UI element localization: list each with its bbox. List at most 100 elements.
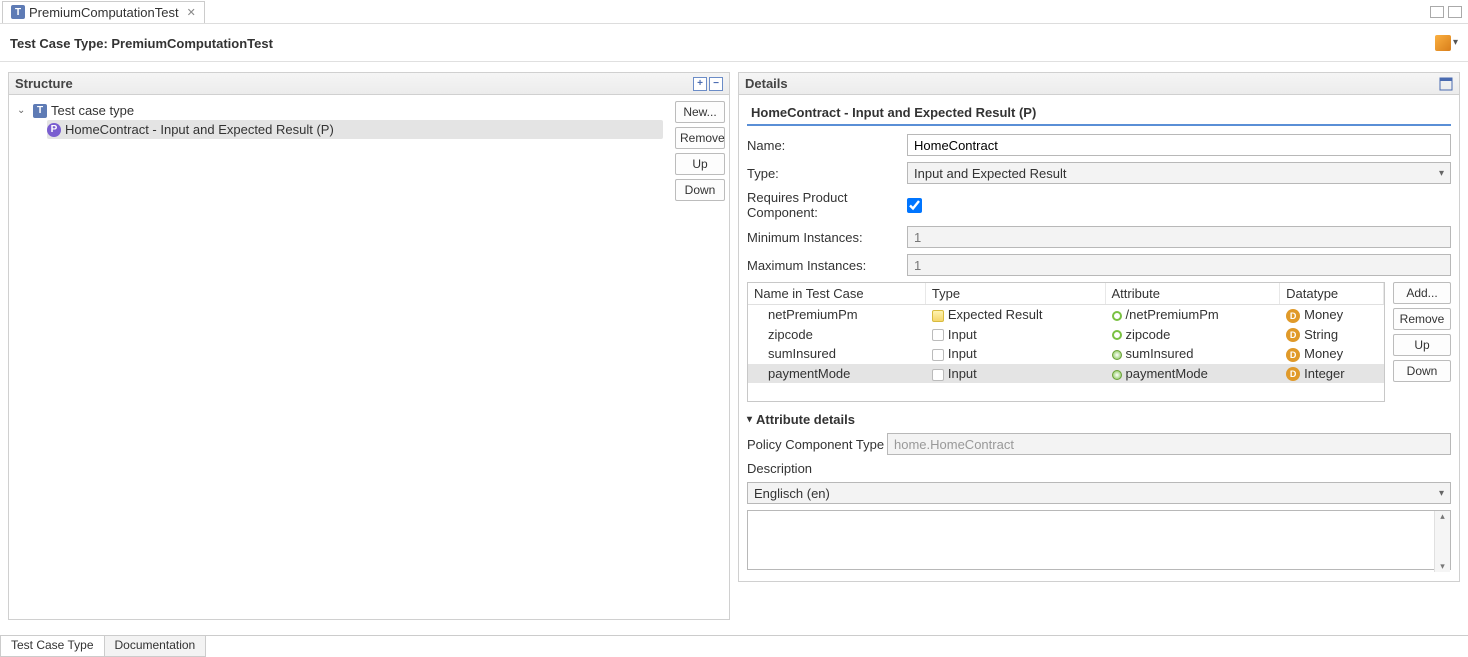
- tree-root-label: Test case type: [51, 103, 134, 118]
- bottom-tab-bar: Test Case Type Documentation: [0, 635, 1468, 657]
- description-label: Description: [747, 461, 1451, 476]
- page-title-name: PremiumComputationTest: [111, 36, 273, 51]
- title-actions: ▾: [1435, 35, 1458, 51]
- name-input[interactable]: [907, 134, 1451, 156]
- remove-attribute-button[interactable]: Remove: [1393, 308, 1451, 330]
- description-textarea[interactable]: [747, 510, 1451, 570]
- attribute-buttons: Add... Remove Up Down: [1393, 282, 1451, 402]
- type-select[interactable]: Input and Expected Result ▾: [907, 162, 1451, 184]
- requires-checkbox[interactable]: [907, 198, 922, 213]
- minimize-button[interactable]: [1430, 6, 1444, 18]
- type-icon: [932, 329, 944, 341]
- tree-child-home-contract[interactable]: P HomeContract - Input and Expected Resu…: [47, 120, 663, 139]
- tree[interactable]: ⌄ T Test case type P HomeContract - Inpu…: [9, 95, 671, 619]
- cell-name: sumInsured: [748, 344, 925, 364]
- tab-documentation[interactable]: Documentation: [105, 636, 207, 657]
- cell-name: netPremiumPm: [748, 305, 925, 325]
- tab-title: PremiumComputationTest: [29, 5, 179, 20]
- test-case-type-icon: T: [33, 104, 47, 118]
- editor-tab-bar: T PremiumComputationTest ✕: [0, 0, 1468, 24]
- structure-header-label: Structure: [15, 76, 73, 91]
- attribute-down-button[interactable]: Down: [1393, 360, 1451, 382]
- test-case-type-icon: T: [11, 5, 25, 19]
- language-select-value: Englisch (en): [754, 486, 830, 501]
- tree-expand-icon[interactable]: ⌄: [17, 105, 29, 116]
- datatype-icon: D: [1286, 367, 1300, 381]
- down-button[interactable]: Down: [675, 179, 725, 201]
- policy-component-type-label: Policy Component Type: [747, 437, 887, 452]
- datatype-icon: D: [1286, 328, 1300, 342]
- cell-attribute: zipcode: [1105, 325, 1280, 345]
- min-input[interactable]: [907, 226, 1451, 248]
- cell-type: Input: [925, 325, 1105, 345]
- page-title-prefix: Test Case Type:: [10, 36, 111, 51]
- table-row[interactable]: paymentModeInputpaymentModeDInteger: [748, 364, 1384, 384]
- attribute-details-label: Attribute details: [756, 412, 855, 427]
- collapse-all-button[interactable]: −: [709, 77, 723, 91]
- cell-attribute: /netPremiumPm: [1105, 305, 1280, 325]
- table-row[interactable]: netPremiumPmExpected Result/netPremiumPm…: [748, 305, 1384, 325]
- cell-attribute: paymentMode: [1105, 364, 1280, 384]
- remove-button[interactable]: Remove: [675, 127, 725, 149]
- col-attr[interactable]: Attribute: [1105, 283, 1280, 305]
- datatype-icon: D: [1286, 309, 1300, 323]
- tab-test-case-type[interactable]: Test Case Type: [0, 636, 105, 657]
- max-input[interactable]: [907, 254, 1451, 276]
- col-datatype[interactable]: Datatype: [1280, 283, 1384, 305]
- cell-datatype: DInteger: [1280, 364, 1384, 384]
- details-header: Details: [738, 72, 1460, 95]
- col-name[interactable]: Name in Test Case: [748, 283, 925, 305]
- new-button[interactable]: New...: [675, 101, 725, 123]
- attribute-icon: [1112, 330, 1122, 340]
- type-icon: [932, 310, 944, 322]
- add-attribute-button[interactable]: Add...: [1393, 282, 1451, 304]
- language-select[interactable]: Englisch (en) ▾: [747, 482, 1451, 504]
- chevron-down-icon: ▾: [1439, 168, 1444, 179]
- structure-header: Structure + −: [8, 72, 730, 95]
- parameter-icon: P: [47, 123, 61, 137]
- maximize-section-icon[interactable]: [1439, 77, 1453, 91]
- requires-label: Requires Product Component:: [747, 190, 907, 220]
- policy-component-type-input[interactable]: [887, 433, 1451, 455]
- attribute-table[interactable]: Name in Test Case Type Attribute Datatyp…: [747, 282, 1385, 402]
- attribute-icon: [1112, 370, 1122, 380]
- scrollbar[interactable]: ▴▾: [1434, 511, 1450, 572]
- chevron-down-icon: ▾: [1439, 488, 1444, 499]
- cell-datatype: DMoney: [1280, 344, 1384, 364]
- table-row[interactable]: sumInsuredInputsumInsuredDMoney: [748, 344, 1384, 364]
- details-body: HomeContract - Input and Expected Result…: [738, 95, 1460, 582]
- details-panel: Details HomeContract - Input and Expecte…: [738, 72, 1460, 620]
- attribute-icon: [1112, 311, 1122, 321]
- structure-panel: Structure + − ⌄ T Test case type P HomeC…: [8, 72, 730, 620]
- attribute-section: Name in Test Case Type Attribute Datatyp…: [747, 282, 1451, 402]
- tree-root[interactable]: ⌄ T Test case type: [17, 101, 663, 120]
- attribute-up-button[interactable]: Up: [1393, 334, 1451, 356]
- cell-type: Input: [925, 364, 1105, 384]
- cell-datatype: DString: [1280, 325, 1384, 345]
- col-type[interactable]: Type: [925, 283, 1105, 305]
- table-row[interactable]: zipcodeInputzipcodeDString: [748, 325, 1384, 345]
- close-icon[interactable]: ✕: [187, 6, 196, 19]
- type-select-value: Input and Expected Result: [914, 166, 1067, 181]
- up-button[interactable]: Up: [675, 153, 725, 175]
- chevron-down-icon[interactable]: ▾: [1453, 37, 1458, 48]
- attribute-details-toggle[interactable]: ▾ Attribute details: [747, 412, 1451, 427]
- cell-type: Input: [925, 344, 1105, 364]
- attribute-icon: [1112, 350, 1122, 360]
- cell-name: zipcode: [748, 325, 925, 345]
- type-icon: [932, 369, 944, 381]
- details-section-title: HomeContract - Input and Expected Result…: [747, 103, 1451, 126]
- brand-icon[interactable]: [1435, 35, 1451, 51]
- cell-datatype: DMoney: [1280, 305, 1384, 325]
- expand-all-button[interactable]: +: [693, 77, 707, 91]
- type-icon: [932, 349, 944, 361]
- main-split: Structure + − ⌄ T Test case type P HomeC…: [0, 62, 1468, 624]
- cell-attribute: sumInsured: [1105, 344, 1280, 364]
- editor-tab[interactable]: T PremiumComputationTest ✕: [2, 1, 205, 23]
- details-header-label: Details: [745, 76, 788, 91]
- cell-name: paymentMode: [748, 364, 925, 384]
- maximize-button[interactable]: [1448, 6, 1462, 18]
- description-wrap: ▴▾: [747, 510, 1451, 573]
- min-label: Minimum Instances:: [747, 230, 907, 245]
- page-title-row: Test Case Type: PremiumComputationTest ▾: [0, 24, 1468, 62]
